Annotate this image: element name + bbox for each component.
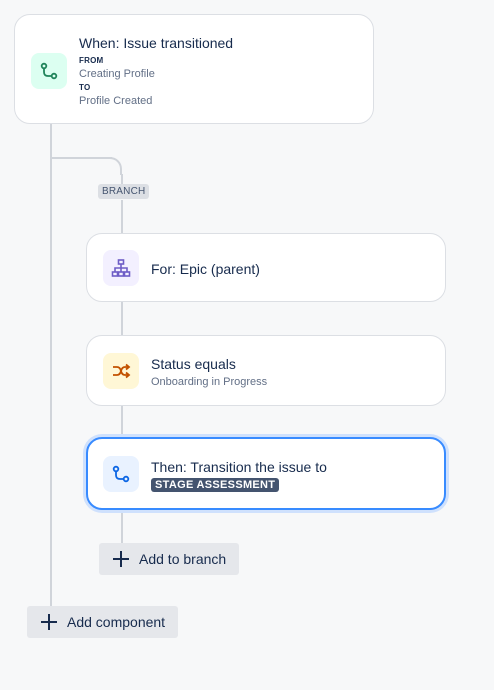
transition-action-card[interactable]: Then: Transition the issue to STAGE ASSE… [86,437,446,510]
condition-icon-box [103,353,139,389]
branch-connector-vertical-4 [121,405,123,438]
branch-connector-vertical-1 [121,174,123,184]
main-connector-line [50,124,52,608]
action-icon-box [103,456,139,492]
trigger-title: When: Issue transitioned [79,35,234,51]
hierarchy-icon [111,258,131,278]
condition-value: Onboarding in Progress [151,376,268,388]
transition-icon [39,61,59,81]
for-card-title: For: Epic (parent) [151,261,260,277]
trigger-to-label: TO [79,83,91,92]
status-lozenge: STAGE ASSESSMENT [151,478,280,492]
condition-title: Status equals [151,356,236,372]
shuffle-icon [111,361,131,381]
add-to-branch-button[interactable]: Add to branch [99,543,239,575]
branch-tag: BRANCH [98,184,150,199]
trigger-from-value: Creating Profile [79,68,155,80]
plus-icon [41,614,57,630]
add-component-button[interactable]: Add component [27,606,178,638]
transition-icon [111,464,131,484]
branch-connector-horizontal [50,157,112,159]
for-icon-box [103,250,139,286]
add-component-label: Add component [67,614,166,630]
trigger-card[interactable]: When: Issue transitioned FROM Creating P… [14,14,374,124]
for-epic-card[interactable]: For: Epic (parent) [86,233,446,302]
branch-connector-vertical-5 [121,510,123,543]
branch-connector-vertical-3 [121,301,123,336]
branch-connector-vertical-2 [121,200,123,234]
trigger-from-label: FROM [79,56,104,65]
action-title: Then: Transition the issue to [151,459,327,475]
status-condition-card[interactable]: Status equals Onboarding in Progress [86,335,446,406]
plus-icon [113,551,129,567]
trigger-to-value: Profile Created [79,95,153,107]
branch-connector-curve [104,157,122,175]
trigger-icon-box [31,53,67,89]
add-to-branch-label: Add to branch [139,551,227,567]
